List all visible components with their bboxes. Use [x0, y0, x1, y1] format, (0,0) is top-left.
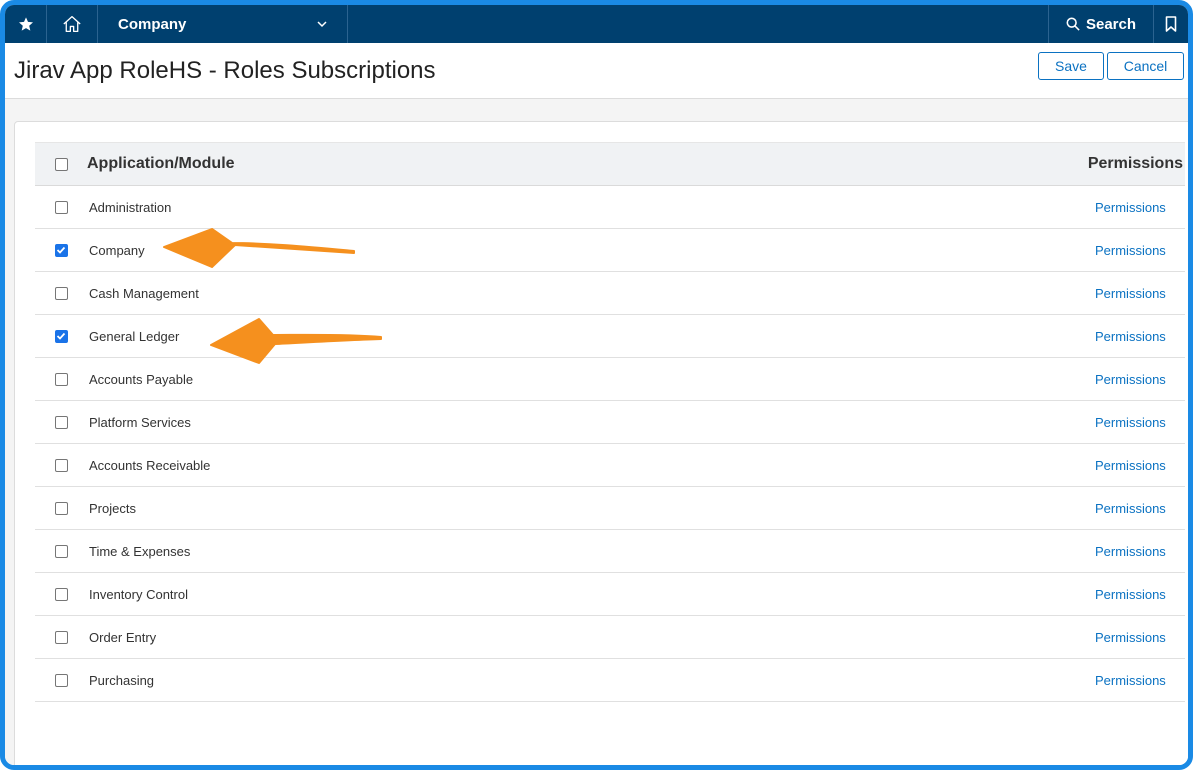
- subscriptions-panel: Application/Module Permissions Administr…: [14, 121, 1188, 765]
- search-button[interactable]: Search: [1049, 5, 1154, 43]
- module-name: General Ledger: [89, 328, 180, 344]
- table-row: Platform Services Permissions: [35, 401, 1185, 444]
- module-name: Cash Management: [89, 285, 199, 301]
- cancel-button[interactable]: Cancel: [1107, 52, 1184, 80]
- module-name: Time & Expenses: [89, 543, 191, 559]
- favorites-button[interactable]: [5, 5, 47, 43]
- permissions-link[interactable]: Permissions: [1095, 329, 1166, 344]
- module-name: Platform Services: [89, 414, 191, 430]
- top-navigation-bar: Company Search: [5, 5, 1188, 43]
- row-checkbox[interactable]: [54, 200, 68, 214]
- row-checkbox[interactable]: [54, 286, 68, 300]
- home-icon: [63, 15, 81, 33]
- save-button[interactable]: Save: [1038, 52, 1104, 80]
- row-checkbox-cell: [35, 587, 87, 601]
- table-header: Application/Module Permissions: [35, 142, 1185, 186]
- table-row: Accounts Receivable Permissions: [35, 444, 1185, 487]
- permissions-link[interactable]: Permissions: [1095, 673, 1166, 688]
- module-name: Accounts Receivable: [89, 457, 211, 473]
- table-row: Projects Permissions: [35, 487, 1185, 530]
- table-row: Administration Permissions: [35, 186, 1185, 229]
- select-all-checkbox[interactable]: [54, 157, 68, 171]
- module-name: Accounts Payable: [89, 371, 194, 387]
- bookmark-button[interactable]: [1154, 5, 1188, 43]
- row-checkbox[interactable]: [54, 372, 68, 386]
- check-icon: [56, 246, 66, 254]
- permissions-link[interactable]: Permissions: [1095, 501, 1166, 516]
- row-checkbox[interactable]: [54, 673, 68, 687]
- page-body: Application/Module Permissions Administr…: [5, 99, 1188, 765]
- row-checkbox-cell: [35, 372, 87, 386]
- module-name: Order Entry: [89, 629, 157, 645]
- row-checkbox[interactable]: [54, 329, 68, 343]
- table-row: Inventory Control Permissions: [35, 573, 1185, 616]
- row-checkbox-cell: [35, 329, 87, 343]
- row-checkbox[interactable]: [54, 458, 68, 472]
- app-window: Company Search Jirav App RoleHS - Roles …: [0, 0, 1193, 770]
- row-checkbox[interactable]: [54, 415, 68, 429]
- company-dropdown[interactable]: Company: [98, 5, 348, 43]
- permissions-link[interactable]: Permissions: [1095, 544, 1166, 559]
- row-checkbox-cell: [35, 501, 87, 515]
- header-checkbox-cell: [35, 157, 87, 171]
- row-checkbox-cell: [35, 286, 87, 300]
- table-row: Cash Management Permissions: [35, 272, 1185, 315]
- row-checkbox[interactable]: [54, 501, 68, 515]
- search-label: Search: [1085, 15, 1137, 33]
- table-row: General Ledger Permissions: [35, 315, 1185, 358]
- row-checkbox[interactable]: [54, 587, 68, 601]
- table-row: Company Permissions: [35, 229, 1185, 272]
- permissions-link[interactable]: Permissions: [1095, 243, 1166, 258]
- row-checkbox-cell: [35, 200, 87, 214]
- row-checkbox[interactable]: [54, 544, 68, 558]
- permissions-link[interactable]: Permissions: [1095, 415, 1166, 430]
- permissions-link[interactable]: Permissions: [1095, 372, 1166, 387]
- bookmark-icon: [1165, 16, 1177, 32]
- table-row: Order Entry Permissions: [35, 616, 1185, 659]
- check-icon: [56, 332, 66, 340]
- row-checkbox[interactable]: [54, 243, 68, 257]
- page-header: Jirav App RoleHS - Roles Subscriptions S…: [5, 43, 1188, 99]
- module-name: Company: [89, 242, 145, 258]
- module-name: Projects: [89, 500, 136, 516]
- table-row: Time & Expenses Permissions: [35, 530, 1185, 573]
- row-checkbox-cell: [35, 415, 87, 429]
- table-row: Accounts Payable Permissions: [35, 358, 1185, 401]
- permissions-link[interactable]: Permissions: [1095, 587, 1166, 602]
- star-icon: [18, 17, 33, 31]
- permissions-link[interactable]: Permissions: [1095, 630, 1166, 645]
- row-checkbox-cell: [35, 458, 87, 472]
- permissions-link[interactable]: Permissions: [1095, 200, 1166, 215]
- permissions-link[interactable]: Permissions: [1095, 286, 1166, 301]
- table-row: Purchasing Permissions: [35, 659, 1185, 702]
- permissions-link[interactable]: Permissions: [1095, 458, 1166, 473]
- home-button[interactable]: [47, 5, 98, 43]
- module-name: Administration: [89, 199, 172, 215]
- table-body: Administration Permissions Company Permissi…: [35, 186, 1185, 702]
- row-checkbox-cell: [35, 544, 87, 558]
- row-checkbox-cell: [35, 673, 87, 687]
- row-checkbox-cell: [35, 243, 87, 257]
- column-header-permissions: Permissions: [1087, 155, 1183, 172]
- company-dropdown-label: Company: [118, 15, 187, 33]
- column-header-application: Application/Module: [87, 155, 235, 172]
- topbar-spacer: [348, 5, 1049, 43]
- module-name: Purchasing: [89, 672, 155, 688]
- search-icon: [1066, 17, 1080, 31]
- chevron-down-icon: [317, 20, 327, 27]
- module-name: Inventory Control: [89, 586, 188, 602]
- row-checkbox-cell: [35, 630, 87, 644]
- row-checkbox[interactable]: [54, 630, 68, 644]
- subscriptions-table: Application/Module Permissions Administr…: [35, 142, 1185, 702]
- page-title: Jirav App RoleHS - Roles Subscriptions: [14, 57, 436, 84]
